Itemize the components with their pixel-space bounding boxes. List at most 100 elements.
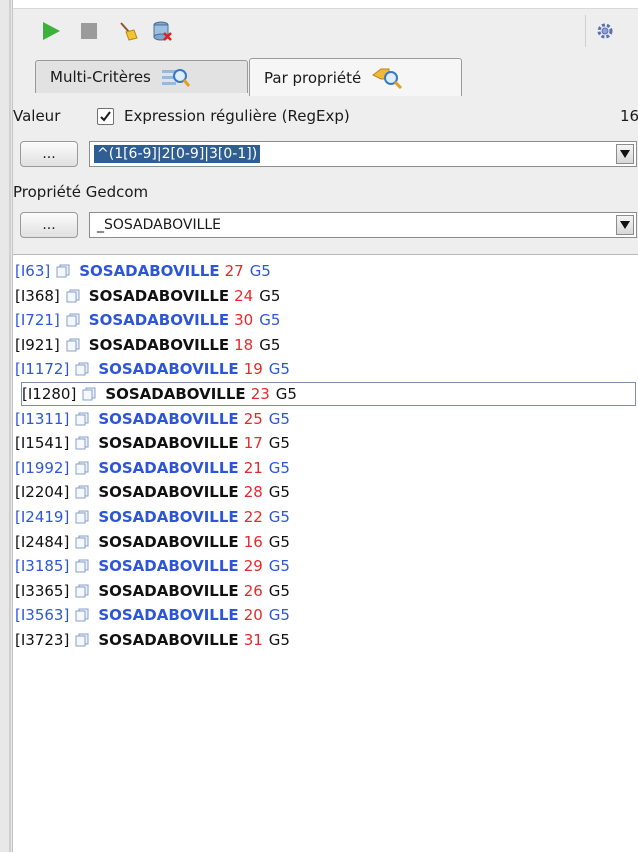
property-name: SOSADABOVILLE — [98, 606, 239, 625]
tab-label: Multi-Critères — [50, 68, 151, 86]
tab-par-propriete[interactable]: Par propriété — [249, 58, 462, 96]
results-list[interactable]: [I63] SOSADABOVILLE 27 G5 [I368] SOSADABOVILL… — [13, 254, 638, 853]
property-name: SOSADABOVILLE — [98, 483, 239, 502]
result-row[interactable]: [I3185] SOSADABOVILLE 29 G5 — [15, 554, 290, 578]
property-field[interactable]: _SOSADABOVILLE — [94, 216, 224, 234]
tab-bar: Multi-Critères Par propriété — [13, 53, 638, 97]
sosa-number: 23 — [250, 385, 270, 403]
generation: G5 — [268, 606, 290, 625]
individual-card-icon — [75, 412, 89, 426]
result-row[interactable]: [I2419] SOSADABOVILLE 22 G5 — [15, 505, 290, 529]
value-browse-button[interactable]: ... — [20, 141, 78, 167]
result-row[interactable]: [I2204] SOSADABOVILLE 28 G5 — [15, 480, 290, 504]
individual-card-icon — [75, 436, 89, 450]
result-row[interactable]: [I3723] SOSADABOVILLE 31 G5 — [15, 628, 290, 652]
dropdown-arrow-icon[interactable] — [616, 215, 634, 235]
tab-label: Par propriété — [264, 68, 362, 87]
sosa-number: 27 — [224, 262, 244, 280]
sosa-number: 31 — [243, 631, 263, 649]
sosa-number: 29 — [243, 557, 263, 576]
result-row[interactable]: [I3563] SOSADABOVILLE 20 G5 — [15, 603, 290, 627]
property-name: SOSADABOVILLE — [79, 262, 220, 280]
result-row[interactable]: [I721] SOSADABOVILLE 30 G5 — [15, 308, 280, 332]
generation: G5 — [259, 335, 281, 354]
generation: G5 — [268, 508, 290, 526]
individual-id: [I3365] — [15, 581, 70, 600]
stop-icon[interactable] — [76, 18, 102, 44]
result-row[interactable]: [I1541] SOSADABOVILLE 17 G5 — [15, 431, 290, 455]
property-name: SOSADABOVILLE — [98, 508, 239, 526]
clear-database-icon[interactable] — [149, 18, 175, 44]
property-name: SOSADABOVILLE — [98, 532, 239, 551]
result-row[interactable]: [I1172] SOSADABOVILLE 19 G5 — [15, 357, 290, 381]
individual-card-icon — [75, 362, 89, 376]
result-row[interactable]: [I63] SOSADABOVILLE 27 G5 — [15, 259, 271, 283]
play-icon[interactable] — [38, 18, 64, 44]
individual-id: [I721] — [15, 311, 60, 330]
property-name: SOSADABOVILLE — [98, 434, 239, 453]
generation: G5 — [268, 360, 290, 379]
broom-icon[interactable] — [115, 18, 141, 44]
individual-card-icon — [75, 485, 89, 499]
regexp-checkbox[interactable] — [97, 108, 114, 125]
generation: G5 — [268, 483, 290, 502]
property-combobox[interactable]: _SOSADABOVILLE — [89, 212, 637, 238]
sosa-number: 17 — [243, 434, 263, 453]
result-row[interactable]: [I921] SOSADABOVILLE 18 G5 — [15, 333, 280, 357]
individual-id: [I2484] — [15, 532, 70, 551]
toolbar — [13, 8, 638, 54]
sosa-number: 28 — [243, 483, 263, 502]
sosa-number: 25 — [243, 409, 263, 428]
settings-gear-icon[interactable] — [592, 18, 618, 44]
property-name: SOSADABOVILLE — [98, 360, 239, 379]
value-combobox[interactable]: ^(1[6-9]|2[0-9]|3[0-1]) — [89, 141, 637, 167]
individual-card-icon — [66, 338, 80, 352]
individual-id: [I368] — [15, 286, 60, 305]
generation: G5 — [268, 409, 290, 428]
property-name: SOSADABOVILLE — [88, 311, 230, 330]
result-row[interactable]: [I3365] SOSADABOVILLE 26 G5 — [15, 579, 290, 603]
property-name: SOSADABOVILLE — [98, 631, 239, 649]
property-name: SOSADABOVILLE — [105, 385, 246, 403]
generation: G5 — [259, 311, 281, 330]
individual-id: [I63] — [15, 262, 51, 280]
sosa-number: 19 — [243, 360, 263, 379]
individual-card-icon — [75, 461, 89, 475]
individual-card-icon — [75, 584, 89, 598]
generation: G5 — [275, 385, 297, 403]
generation: G5 — [249, 262, 271, 280]
result-row[interactable]: [I2484] SOSADABOVILLE 16 G5 — [15, 530, 290, 554]
individual-card-icon — [75, 559, 89, 573]
result-row[interactable]: [I1311] SOSADABOVILLE 25 G5 — [15, 407, 290, 431]
frame-edge — [9, 0, 11, 852]
result-row[interactable]: [I1280] SOSADABOVILLE 23 G5 — [21, 382, 636, 406]
individual-card-icon — [56, 264, 70, 278]
tab-multi-criteres[interactable]: Multi-Critères — [35, 60, 248, 93]
property-name: SOSADABOVILLE — [98, 581, 239, 600]
generation: G5 — [268, 557, 290, 576]
value-field[interactable]: ^(1[6-9]|2[0-9]|3[0-1]) — [94, 145, 261, 163]
individual-id: [I1311] — [15, 409, 70, 428]
individual-id: [I2419] — [15, 508, 70, 526]
sosa-number: 20 — [243, 606, 263, 625]
individual-id: [I1541] — [15, 434, 70, 453]
individual-id: [I921] — [15, 335, 60, 354]
property-browse-button[interactable]: ... — [20, 212, 78, 238]
sosa-number: 24 — [234, 286, 254, 305]
generation: G5 — [268, 532, 290, 551]
individual-card-icon — [82, 387, 96, 401]
individual-id: [I1280] — [22, 385, 77, 403]
result-row[interactable]: [I368] SOSADABOVILLE 24 G5 — [15, 284, 280, 308]
generation: G5 — [268, 631, 290, 649]
individual-id: [I1172] — [15, 360, 70, 379]
individual-id: [I3563] — [15, 606, 70, 625]
property-name: SOSADABOVILLE — [88, 286, 230, 305]
generation: G5 — [268, 434, 290, 453]
individual-card-icon — [75, 633, 89, 647]
tag-magnifier-icon — [371, 67, 403, 89]
generation: G5 — [259, 286, 281, 305]
result-row[interactable]: [I1992] SOSADABOVILLE 21 G5 — [15, 456, 290, 480]
toolbar-separator — [585, 15, 586, 47]
dropdown-arrow-icon[interactable] — [616, 144, 634, 164]
sosa-number: 18 — [234, 335, 254, 354]
